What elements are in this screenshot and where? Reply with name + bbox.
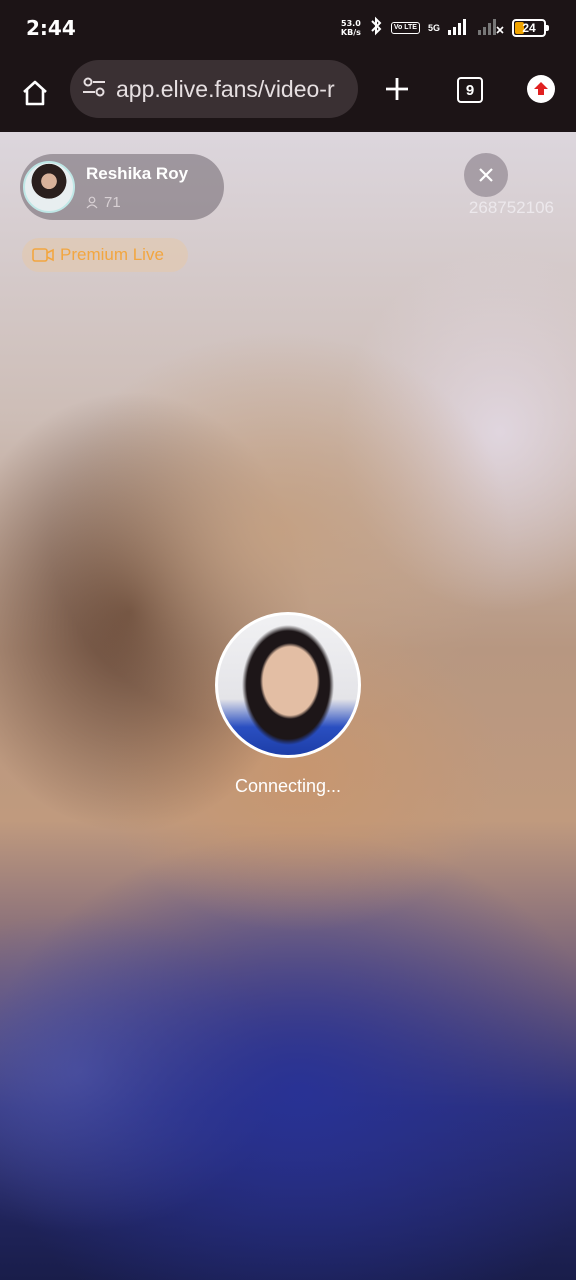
host-avatar[interactable] [23, 161, 75, 213]
extension-button[interactable] [520, 68, 562, 110]
video-camera-icon [32, 248, 54, 262]
record-icon [527, 75, 555, 103]
browser-toolbar: app.elive.fans/video-r 9 [0, 56, 576, 132]
home-button[interactable] [14, 72, 56, 114]
premium-label: Premium Live [60, 245, 164, 264]
close-icon [479, 168, 493, 182]
network-speed: 53.0 KB/s [340, 19, 361, 37]
host-info[interactable]: Reshika Roy 71 [20, 154, 224, 220]
close-button[interactable] [464, 153, 508, 197]
plus-icon [386, 78, 408, 100]
person-icon [86, 196, 98, 209]
address-bar[interactable]: app.elive.fans/video-r [70, 60, 358, 118]
signal-no-service-icon [478, 17, 504, 40]
status-icons: 53.0 KB/s Vo LTE 5G 24 [340, 16, 549, 41]
signal-icon [448, 17, 470, 40]
viewer-count: 71 [86, 194, 121, 211]
video-stream: Reshika Roy 71 268752106 Premium Live Co… [0, 132, 576, 1280]
network-type: 5G [427, 23, 440, 33]
battery-icon: 24 [512, 19, 549, 37]
room-id: 268752106 [468, 198, 554, 217]
new-tab-button[interactable] [376, 68, 418, 110]
premium-live-badge: Premium Live [22, 238, 188, 272]
connecting-status: Connecting... [234, 776, 342, 796]
url-text: app.elive.fans/video-r [116, 75, 335, 102]
status-time: 2:44 [26, 16, 76, 40]
bluetooth-icon [369, 16, 383, 41]
tab-switcher-button[interactable]: 9 [448, 68, 492, 112]
host-name: Reshika Roy [86, 164, 189, 183]
connecting-avatar [215, 612, 361, 758]
home-icon [23, 80, 47, 106]
tab-count: 9 [457, 77, 483, 103]
site-settings-icon[interactable] [82, 76, 106, 103]
volte-badge: Vo LTE [390, 22, 420, 34]
status-bar: 2:44 53.0 KB/s Vo LTE 5G 24 [0, 0, 576, 56]
